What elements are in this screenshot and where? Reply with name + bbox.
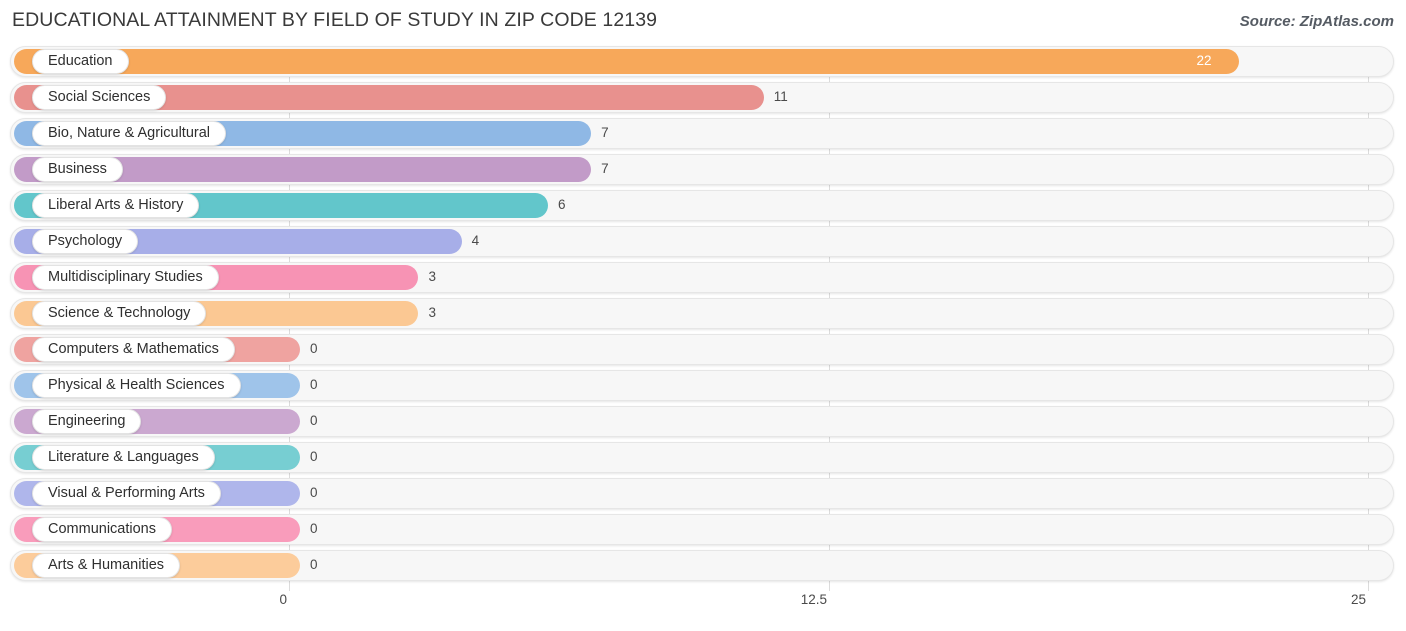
bar-value-label: 3 [428, 269, 436, 284]
category-label-pill: Communications [32, 517, 172, 542]
bar-row: Liberal Arts & History 6 [0, 190, 1406, 221]
category-label-pill: Physical & Health Sciences [32, 373, 241, 398]
category-label: Computers & Mathematics [48, 341, 219, 358]
x-tick-label: 25 [1350, 592, 1366, 607]
bar-row: Education 22 [0, 46, 1406, 77]
category-label-pill: Liberal Arts & History [32, 193, 200, 218]
value-bar[interactable] [14, 49, 1239, 74]
bar-row: Engineering 0 [0, 406, 1406, 437]
chart-header: EDUCATIONAL ATTAINMENT BY FIELD OF STUDY… [0, 0, 1406, 44]
bar-value-label: 0 [310, 377, 318, 392]
bar-value-label: 11 [773, 89, 788, 104]
bar-value-label: 0 [310, 449, 318, 464]
category-label-pill: Social Sciences [32, 85, 167, 110]
bar-row: Social Sciences 11 [0, 82, 1406, 113]
category-label: Liberal Arts & History [48, 197, 184, 214]
category-label-pill: Visual & Performing Arts [32, 481, 221, 506]
x-tick-label: 0 [279, 592, 287, 607]
category-label: Bio, Nature & Agricultural [48, 125, 210, 142]
category-label-pill: Literature & Languages [32, 445, 215, 470]
category-label-pill: Bio, Nature & Agricultural [32, 121, 226, 146]
bar-row: Multidisciplinary Studies 3 [0, 262, 1406, 293]
category-label-pill: Arts & Humanities [32, 553, 181, 578]
x-tick-label: 12.5 [800, 592, 827, 607]
category-label-pill: Science & Technology [32, 301, 207, 326]
bar-value-label: 0 [310, 413, 318, 428]
category-label: Engineering [48, 413, 126, 430]
category-label: Communications [48, 521, 156, 538]
bar-row: Visual & Performing Arts 0 [0, 478, 1406, 509]
x-axis: 0 12.5 25 [0, 592, 1406, 622]
bar-row: Arts & Humanities 0 [0, 550, 1406, 581]
category-label: Psychology [48, 233, 123, 250]
bar-value-label: 7 [601, 161, 609, 176]
bar-value-label: 6 [557, 197, 566, 212]
bar-value-label: 0 [310, 341, 318, 356]
category-label: Education [48, 53, 113, 70]
bar-value-label: 3 [428, 305, 436, 320]
bar-value-label: 0 [310, 485, 318, 500]
category-label: Science & Technology [48, 305, 191, 322]
category-label: Literature & Languages [48, 449, 199, 466]
bar-row: Computers & Mathematics 0 [0, 334, 1406, 365]
bar-row: Science & Technology 3 [0, 298, 1406, 329]
category-label-pill: Business [32, 157, 123, 182]
bar-value-label: 7 [601, 125, 609, 140]
category-label: Visual & Performing Arts [48, 485, 205, 502]
category-label: Business [48, 161, 107, 178]
bar-value-label: 22 [1196, 53, 1212, 68]
category-label-pill: Multidisciplinary Studies [32, 265, 219, 290]
bar-row: Business 7 [0, 154, 1406, 185]
bar-row: Communications 0 [0, 514, 1406, 545]
source-attribution: Source: ZipAtlas.com [1239, 13, 1394, 30]
bar-row: Literature & Languages 0 [0, 442, 1406, 473]
category-label-pill: Psychology [32, 229, 139, 254]
bar-row: Psychology 4 [0, 226, 1406, 257]
bar-value-label: 0 [310, 521, 318, 536]
bar-rows: Education 22 Social Sciences 11 Bio, Nature … [0, 46, 1406, 586]
category-label: Multidisciplinary Studies [48, 269, 203, 286]
bar-row: Bio, Nature & Agricultural 7 [0, 118, 1406, 149]
category-label-pill: Computers & Mathematics [32, 337, 235, 362]
category-label-pill: Engineering [32, 409, 142, 434]
category-label: Physical & Health Sciences [48, 377, 225, 394]
category-label: Social Sciences [48, 89, 151, 106]
bar-row: Physical & Health Sciences 0 [0, 370, 1406, 401]
bar-value-label: 4 [471, 233, 480, 248]
chart-plot-area: Education 22 Social Sciences 11 Bio, Nature … [0, 46, 1406, 591]
category-label: Arts & Humanities [48, 557, 165, 574]
category-label-pill: Education [32, 49, 129, 74]
bar-value-label: 0 [310, 557, 318, 572]
page-title: EDUCATIONAL ATTAINMENT BY FIELD OF STUDY… [12, 9, 658, 31]
